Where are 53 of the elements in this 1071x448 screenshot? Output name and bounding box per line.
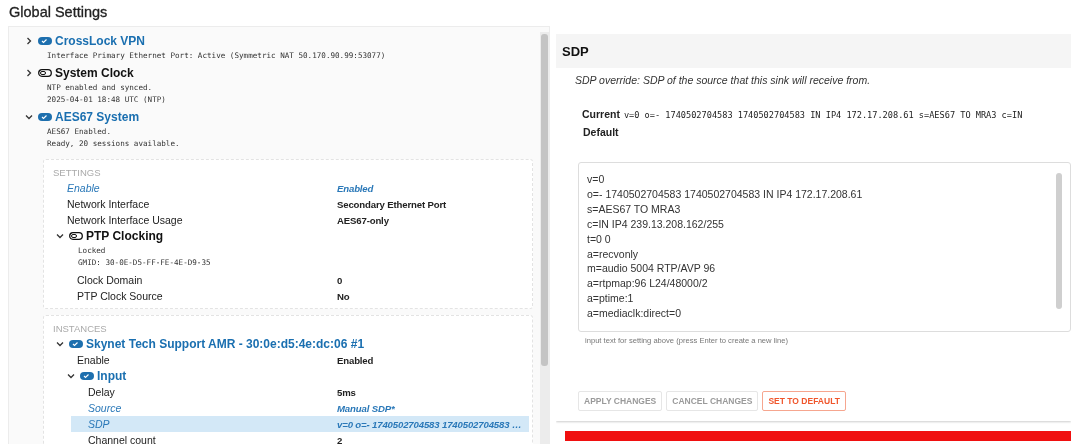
setting-label: Delay [88, 386, 116, 398]
setting-row[interactable]: Source Manual SDP* [71, 400, 529, 416]
setting-row[interactable]: Clock Domain 0 [74, 272, 529, 288]
panel-title: SDP [556, 34, 1071, 68]
setting-label: Channel count [88, 434, 157, 444]
setting-row[interactable]: Enable Enabled [64, 180, 529, 196]
section-title[interactable]: AES67 System [55, 110, 140, 124]
setting-value: AES67-only [337, 214, 390, 226]
current-label: Current [582, 108, 620, 120]
current-value: v=0 o=- 1740502704583 1740502704583 IN IP4 172.17.208.61 s=AES67 TO MRA3 c=IN [623, 110, 1023, 120]
scrollbar[interactable] [1056, 173, 1062, 309]
setting-label: PTP Clock Source [77, 290, 164, 302]
setting-value: Enabled [337, 354, 375, 366]
chevron-down-icon[interactable] [56, 232, 64, 240]
setting-value: No [337, 290, 351, 302]
chevron-right-icon[interactable] [25, 69, 33, 77]
setting-row[interactable]: SDP v=0 o=- 1740502704583 1740502704583 … [71, 416, 529, 432]
chevron-down-icon[interactable] [67, 372, 75, 380]
setting-label: SDP [88, 418, 111, 430]
default-label: Default [582, 126, 620, 138]
setting-label: Enable [67, 182, 101, 194]
setting-row[interactable]: Channel count 2 [71, 432, 529, 444]
setting-row[interactable]: PTP Clock Source No [74, 288, 529, 304]
description-text: SDP override: SDP of the source that this sink will receive from. [575, 74, 872, 86]
section-title[interactable]: CrossLock VPN [55, 34, 146, 48]
section-title[interactable]: Skynet Tech Support AMR - 30:0e:d5:4e:dc:06 #1 [86, 337, 365, 351]
setting-value: v=0 o=- 1740502704583 1740502704583 … [337, 418, 523, 430]
section-title[interactable]: Input [97, 369, 127, 383]
setting-label: Network Interface Usage [67, 214, 184, 226]
setting-value: Enabled [337, 182, 375, 194]
setting-row[interactable]: Network Interface Usage AES67-only [64, 212, 529, 228]
section-title[interactable]: PTP Clocking [86, 229, 164, 243]
scrollbar[interactable] [541, 34, 548, 366]
setting-value: Manual SDP* [337, 402, 396, 414]
setting-value: Secondary Ethernet Port [337, 198, 448, 210]
setting-label: Network Interface [67, 198, 151, 210]
chevron-right-icon[interactable] [25, 37, 33, 45]
setting-value: 2 [337, 434, 344, 444]
chevron-down-icon[interactable] [56, 340, 64, 348]
page-title: Global Settings [8, 3, 109, 22]
setting-row[interactable]: Delay 5ms [71, 384, 529, 400]
section-title[interactable]: System Clock [55, 66, 134, 80]
setting-label: Clock Domain [77, 274, 144, 286]
setting-label: Enable [77, 354, 111, 366]
chevron-down-icon[interactable] [25, 113, 33, 121]
setting-row[interactable]: Network Interface Secondary Ethernet Port [64, 196, 529, 212]
setting-row[interactable]: Enable Enabled [74, 352, 529, 368]
section-heading: INSTANCES [52, 322, 108, 336]
section-heading: SETTINGS [52, 166, 102, 180]
setting-value: 5ms [337, 386, 357, 398]
setting-label: Source [88, 402, 123, 414]
sdp-text-field[interactable]: v=0 o=- 1740502704583 1740502704583 IN IP4 172.17.208.61 s=AES67 TO MRA3 c=IN IP4 239.13.208.162/255 t=0 0 a=recvonly m=audio 5004 RTP/AVP 96 a=rtpmap:96 L24/48000/2 a=ptime:1 a=mediaclk:direct=0 [578, 162, 1071, 332]
setting-value: 0 [337, 274, 344, 286]
